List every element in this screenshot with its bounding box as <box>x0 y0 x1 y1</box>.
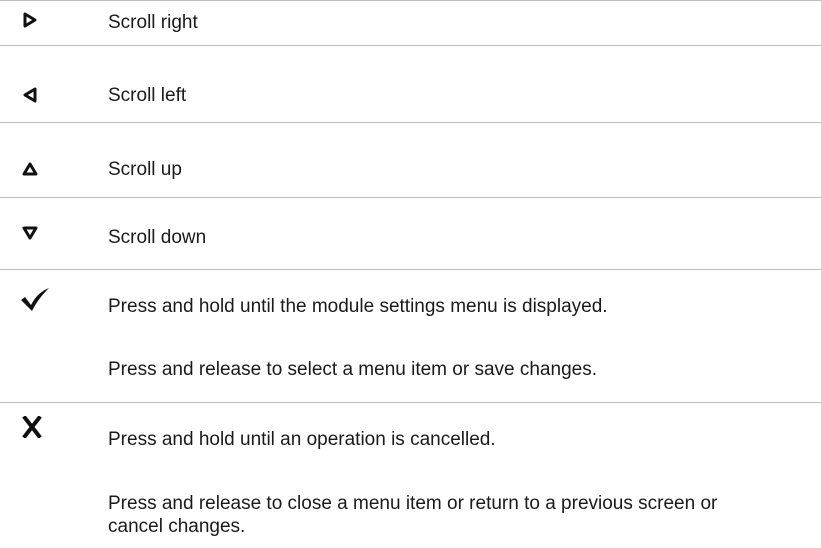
triangle-up-outline-icon <box>22 162 38 176</box>
row-divider <box>0 0 821 1</box>
legend-text: Scroll up <box>108 159 182 180</box>
legend-text: Scroll down <box>108 227 207 248</box>
row-divider <box>0 122 821 123</box>
legend-text: Press and release to close a menu item o… <box>108 493 718 537</box>
legend-text: Scroll left <box>108 85 187 106</box>
legend-text: Scroll right <box>108 12 198 33</box>
row-divider <box>0 45 821 46</box>
triangle-left-outline-icon <box>23 87 37 103</box>
legend-text: Press and hold until an operation is can… <box>108 429 496 450</box>
row-divider <box>0 269 821 270</box>
x-icon <box>22 416 42 438</box>
legend-text: Press and hold until the module settings… <box>108 296 608 317</box>
check-icon <box>21 288 49 311</box>
row-divider <box>0 197 821 198</box>
triangle-down-outline-icon <box>22 226 38 240</box>
legend-text: Press and release to select a menu item … <box>108 359 597 380</box>
row-divider <box>0 402 821 403</box>
triangle-right-outline-icon <box>23 12 37 28</box>
